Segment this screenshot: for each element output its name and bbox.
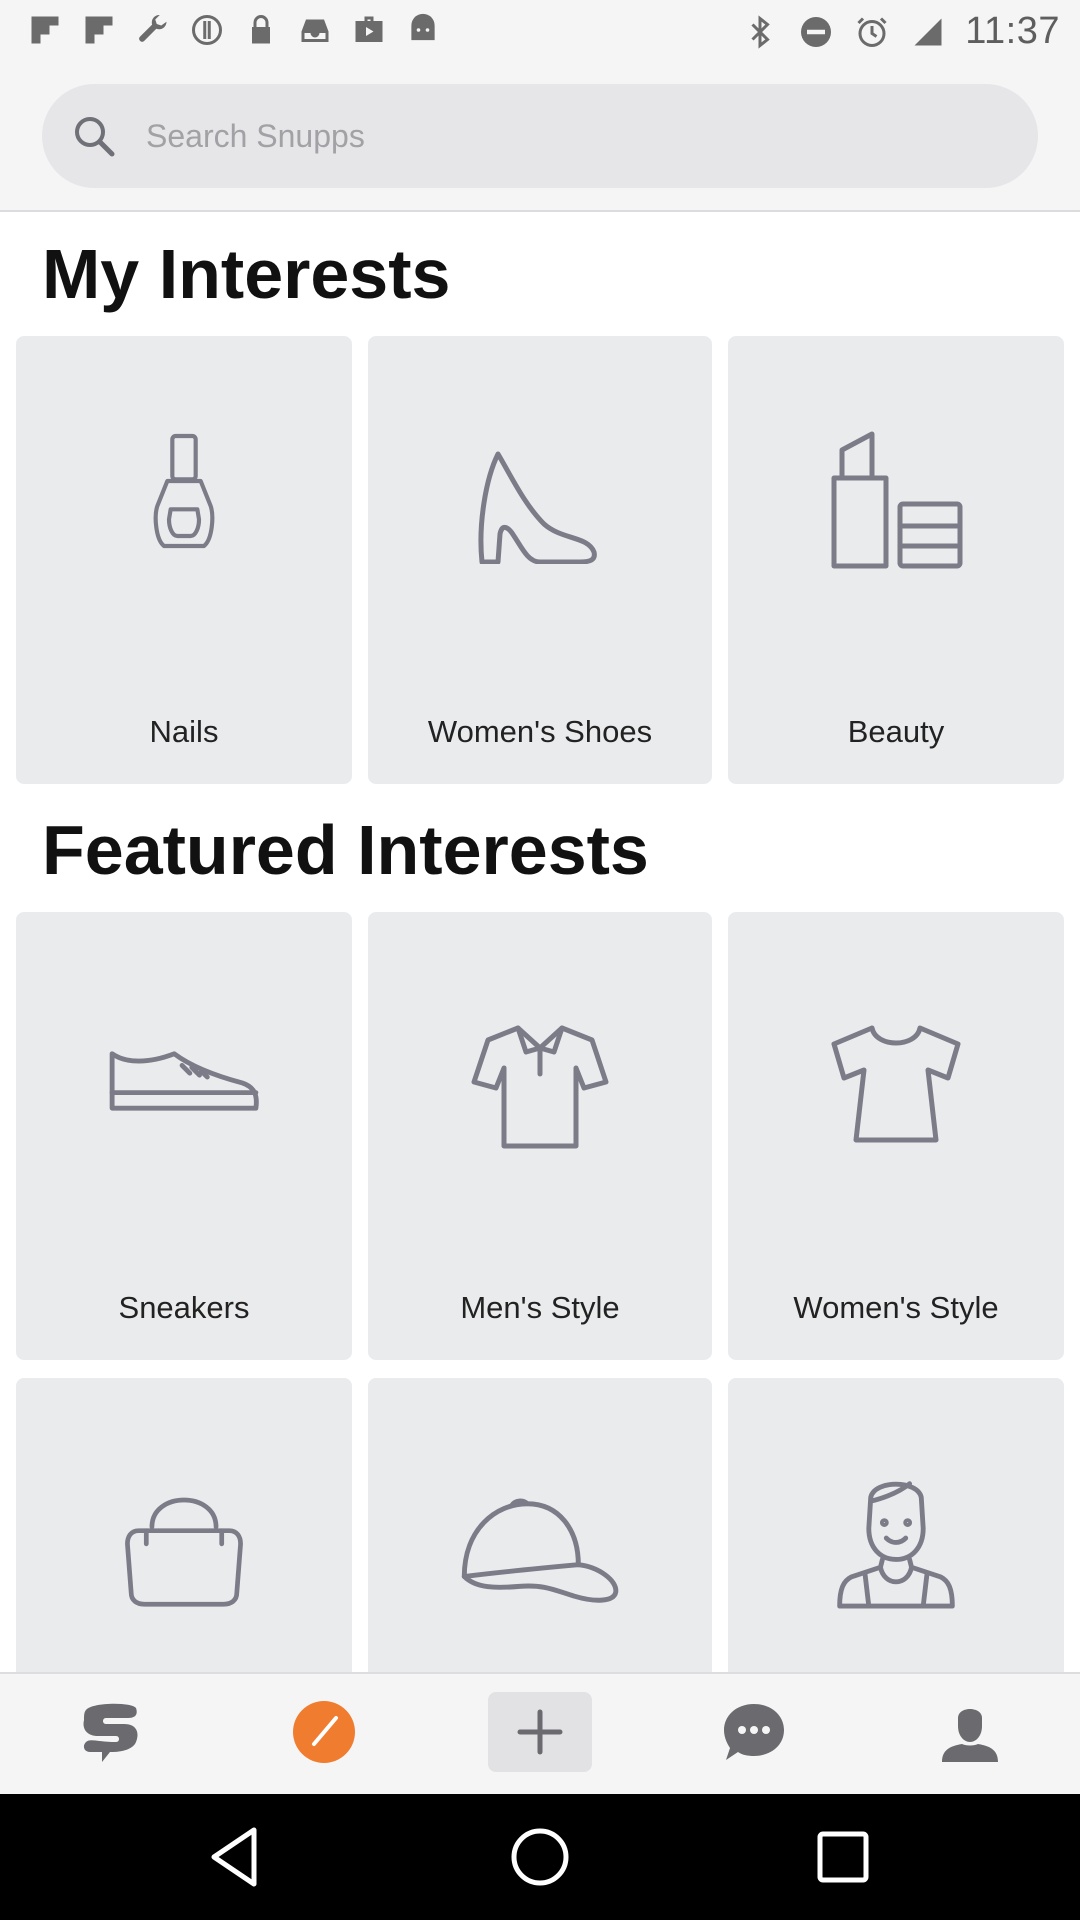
interest-tile-beauty[interactable]: Beauty — [728, 336, 1064, 784]
back-button[interactable] — [202, 1822, 272, 1892]
home-icon — [511, 1828, 569, 1886]
explore-compass-icon — [293, 1701, 355, 1763]
cap-icon — [461, 1498, 619, 1603]
recents-button[interactable] — [808, 1822, 878, 1892]
interest-tile-handbag[interactable] — [16, 1378, 352, 1672]
home-button[interactable] — [505, 1822, 575, 1892]
interest-tile-mens-style[interactable]: Men's Style — [368, 912, 712, 1360]
interests-content: My Interests Nails Women's Shoes Beauty … — [0, 212, 1080, 1672]
interest-label: Women's Shoes — [427, 714, 653, 749]
profile-icon — [942, 1709, 998, 1762]
interest-tile-cap[interactable] — [368, 1378, 712, 1672]
search-bar[interactable] — [42, 84, 1038, 188]
person-icon — [837, 1481, 955, 1609]
bluetooth-icon — [741, 12, 779, 52]
my-interests-title: My Interests — [42, 235, 451, 313]
status-bar: 11:37 — [0, 0, 1080, 64]
do-not-disturb-icon — [797, 12, 835, 52]
info-icon — [188, 10, 226, 50]
nav-messages[interactable] — [702, 1692, 806, 1772]
interest-tile-nails[interactable]: Nails — [16, 336, 352, 784]
alarm-icon — [853, 12, 891, 52]
interest-label: Men's Style — [460, 1290, 620, 1325]
interest-label: Women's Style — [793, 1290, 999, 1325]
briefcase-icon — [350, 10, 388, 50]
high-heel-icon — [478, 451, 597, 564]
search-header — [0, 64, 1080, 212]
interest-label: Nails — [149, 714, 219, 749]
interest-tile-womens-style[interactable]: Women's Style — [728, 912, 1064, 1360]
lipstick-icon — [831, 431, 963, 569]
interest-tile-sneakers[interactable]: Sneakers — [16, 912, 352, 1360]
nail-polish-icon — [153, 433, 215, 549]
flipboard-icon — [26, 10, 64, 50]
search-icon — [75, 117, 115, 157]
handbag-icon — [125, 1497, 243, 1607]
snupps-logo-icon — [83, 1703, 138, 1762]
blouse-icon — [831, 1025, 961, 1143]
wrench-icon — [134, 10, 172, 50]
signal-icon — [909, 12, 947, 52]
status-time: 11:37 — [965, 10, 1060, 52]
search-input[interactable] — [144, 116, 928, 156]
interest-tile-person[interactable] — [728, 1378, 1064, 1672]
polo-shirt-icon — [471, 1025, 609, 1149]
nav-profile[interactable] — [918, 1692, 1022, 1772]
inbox-check-icon — [296, 10, 334, 50]
interest-label: Sneakers — [118, 1290, 250, 1325]
nav-home[interactable] — [58, 1692, 162, 1772]
interest-tile-womens-shoes[interactable]: Women's Shoes — [368, 336, 712, 784]
flipboard-icon — [80, 10, 118, 50]
bottom-nav — [0, 1672, 1080, 1796]
messages-icon — [724, 1704, 784, 1760]
android-icon — [404, 10, 442, 50]
back-icon — [211, 1827, 257, 1887]
sneaker-icon — [109, 1051, 259, 1111]
system-nav-bar — [0, 1794, 1080, 1920]
nav-explore[interactable] — [272, 1692, 376, 1772]
featured-interests-title: Featured Interests — [42, 811, 649, 889]
nav-add[interactable] — [488, 1692, 592, 1772]
recents-icon — [817, 1831, 869, 1883]
add-icon — [517, 1709, 563, 1755]
interest-label: Beauty — [847, 714, 945, 749]
lock-icon — [242, 10, 280, 50]
